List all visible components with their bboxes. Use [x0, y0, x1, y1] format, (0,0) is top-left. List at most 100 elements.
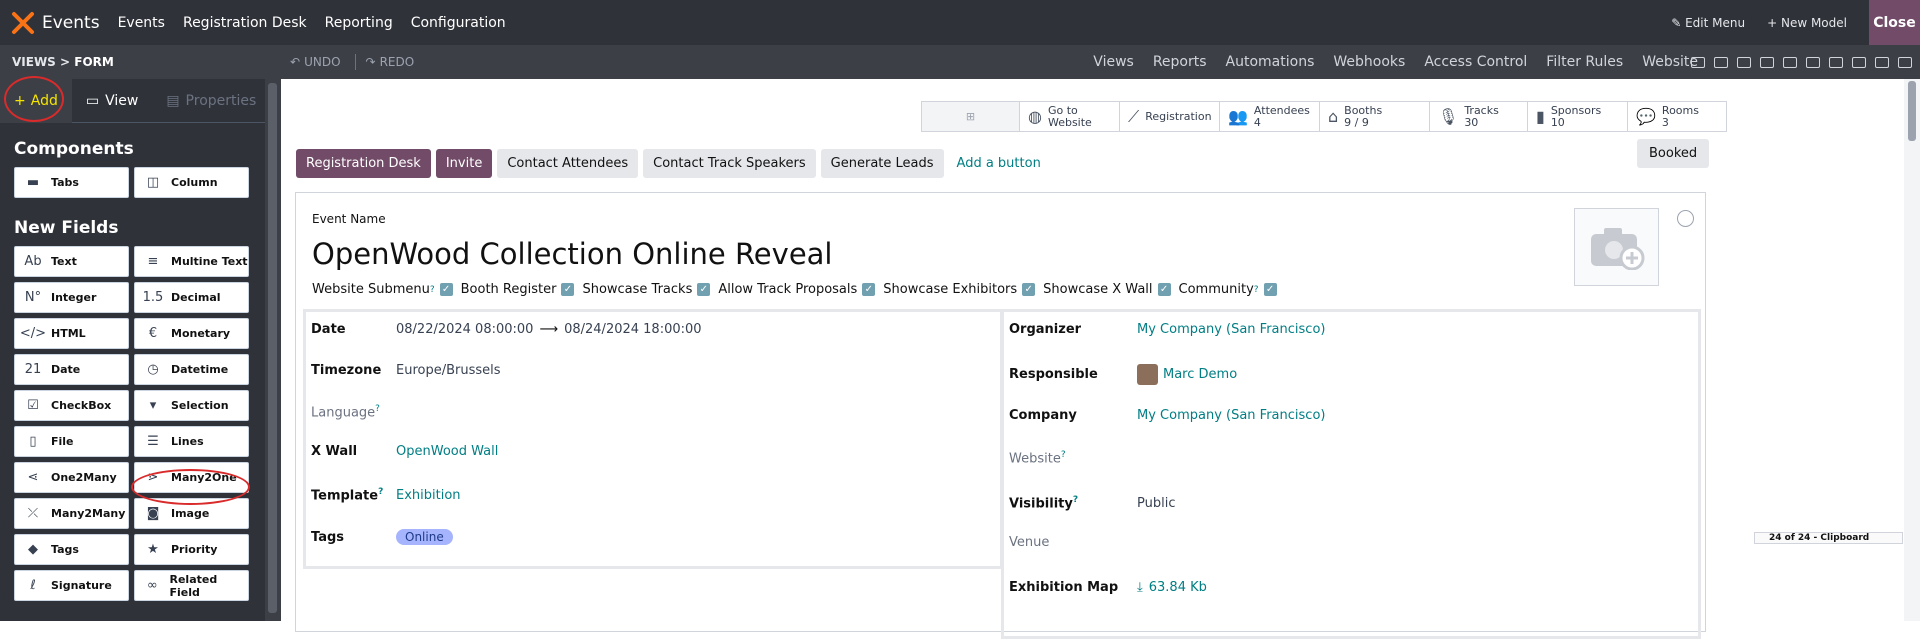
smart-button-go-to[interactable]: ◍ Go to Website: [1020, 102, 1120, 131]
kanban-view-icon[interactable]: [1737, 56, 1751, 68]
undo-button[interactable]: UNDO: [304, 55, 340, 69]
breadcrumb-views[interactable]: VIEWS: [12, 55, 56, 69]
date-row[interactable]: Date 08/22/2024 08:00:00 ⟶ 08/24/2024 18:00…: [311, 322, 851, 337]
field-html[interactable]: </> HTML: [14, 318, 129, 349]
visibility-row[interactable]: Visibility? Public: [1009, 495, 1549, 511]
field-monetary[interactable]: € Monetary: [134, 318, 249, 349]
menu-reporting[interactable]: Reporting: [325, 15, 393, 31]
invite-button[interactable]: Invite: [435, 149, 493, 178]
calendar-view-icon[interactable]: [1783, 56, 1797, 68]
template-value[interactable]: Exhibition: [396, 488, 461, 503]
link-views[interactable]: Views: [1093, 54, 1134, 70]
generate-leads-button[interactable]: Generate Leads: [820, 149, 944, 178]
field-decimal[interactable]: 1.5 Decimal: [134, 282, 249, 313]
date-end[interactable]: 08/24/2024 18:00:00: [564, 322, 701, 337]
tag-online[interactable]: Online: [396, 529, 453, 545]
link-webhooks[interactable]: Webhooks: [1333, 54, 1405, 70]
company-row[interactable]: Company My Company (San Francisco): [1009, 408, 1549, 423]
smart-button-booths[interactable]: ⌂ Booths 9 / 9: [1320, 102, 1430, 131]
language-row[interactable]: Language?: [311, 404, 851, 420]
field-one2many[interactable]: ⋖ One2Many: [14, 462, 129, 493]
odoo-logo[interactable]: [10, 0, 36, 45]
list-view-icon[interactable]: [1714, 56, 1728, 68]
exhibition-map-value[interactable]: 63.84 Kb: [1149, 580, 1207, 595]
x-wall-row[interactable]: X Wall OpenWood Wall: [311, 444, 851, 459]
link-automations[interactable]: Automations: [1226, 54, 1315, 70]
help-icon[interactable]: ?: [375, 404, 380, 414]
x-wall-value[interactable]: OpenWood Wall: [396, 444, 498, 459]
tab-view[interactable]: ▭ View: [72, 79, 152, 123]
help-icon[interactable]: ?: [430, 285, 435, 295]
add-button-link[interactable]: Add a button: [957, 156, 1041, 171]
main-scrollbar[interactable]: [1904, 79, 1920, 621]
component-tabs[interactable]: ▬ Tabs: [14, 167, 129, 198]
organizer-row[interactable]: Organizer My Company (San Francisco): [1009, 322, 1549, 337]
responsible-value[interactable]: Marc Demo: [1163, 367, 1237, 382]
field-signature[interactable]: ℓ Signature: [14, 570, 129, 601]
field-selection[interactable]: ▾ Selection: [134, 390, 249, 421]
gantt-view-icon[interactable]: [1852, 56, 1866, 68]
search-view-icon[interactable]: [1898, 56, 1912, 68]
field-many2many[interactable]: ⤫ Many2Many: [14, 498, 129, 529]
map-view-icon[interactable]: [1760, 56, 1774, 68]
smart-button-registration[interactable]: ⟋ Registration: [1120, 102, 1220, 131]
smart-button-attendees[interactable]: 👥 Attendees 4: [1220, 102, 1320, 131]
field-checkbox[interactable]: ☑ CheckBox: [14, 390, 129, 421]
help-icon[interactable]: ?: [1061, 450, 1066, 460]
new-model-button[interactable]: + New Model: [1767, 16, 1847, 30]
scrollbar-thumb[interactable]: [268, 83, 277, 613]
link-filter-rules[interactable]: Filter Rules: [1546, 54, 1623, 70]
sidebar-scrollbar[interactable]: [265, 79, 281, 621]
link-access-control[interactable]: Access Control: [1424, 54, 1527, 70]
field-text[interactable]: Ab Text: [14, 246, 129, 277]
exhibition-map-row[interactable]: Exhibition Map ⤓ 63.84 Kb: [1009, 580, 1549, 595]
download-icon[interactable]: ⤓: [1137, 580, 1143, 595]
responsible-row[interactable]: Responsible Marc Demo: [1009, 364, 1549, 385]
help-icon[interactable]: ?: [1254, 285, 1259, 295]
tab-properties[interactable]: ▤ Properties: [152, 79, 270, 123]
menu-registration-desk[interactable]: Registration Desk: [183, 15, 307, 31]
menu-configuration[interactable]: Configuration: [411, 15, 506, 31]
template-row[interactable]: Template? Exhibition: [311, 487, 851, 503]
smart-button-rooms[interactable]: 💬 Rooms 3: [1628, 102, 1726, 131]
redo-button[interactable]: REDO: [380, 55, 415, 69]
activity-view-icon[interactable]: [1875, 56, 1889, 68]
date-start[interactable]: 08/22/2024 08:00:00: [396, 322, 533, 337]
allow-track-proposals-checkbox[interactable]: ✓: [862, 283, 876, 296]
showcase-x-wall-checkbox[interactable]: ✓: [1157, 283, 1171, 296]
event-name[interactable]: OpenWood Collection Online Reveal: [312, 237, 833, 271]
field-related-field[interactable]: ∞ Related Field: [134, 570, 249, 601]
organizer-value[interactable]: My Company (San Francisco): [1137, 322, 1325, 337]
link-reports[interactable]: Reports: [1153, 54, 1207, 70]
scrollbar-thumb[interactable]: [1908, 81, 1916, 141]
venue-row[interactable]: Venue: [1009, 535, 1549, 550]
field-lines[interactable]: ☰ Lines: [134, 426, 249, 457]
status-radio[interactable]: [1677, 210, 1694, 227]
close-studio-button[interactable]: Close: [1869, 0, 1920, 45]
contact-attendees-button[interactable]: Contact Attendees: [497, 149, 639, 178]
registration-desk-button[interactable]: Registration Desk: [296, 149, 431, 178]
image-upload[interactable]: [1574, 208, 1659, 286]
website-row[interactable]: Website?: [1009, 450, 1549, 466]
field-priority[interactable]: ★ Priority: [134, 534, 249, 565]
help-icon[interactable]: ?: [1073, 495, 1078, 505]
pivot-view-icon[interactable]: [1829, 56, 1843, 68]
smart-button-tracks[interactable]: 🎙 Tracks 30: [1430, 102, 1528, 131]
help-icon[interactable]: ?: [378, 487, 383, 497]
contact-track-speakers-button[interactable]: Contact Track Speakers: [643, 149, 816, 178]
company-value[interactable]: My Company (San Francisco): [1137, 408, 1325, 423]
field-datetime[interactable]: ◷ Datetime: [134, 354, 249, 385]
visibility-value[interactable]: Public: [1137, 496, 1175, 511]
field-multine-text[interactable]: ≡ Multine Text: [134, 246, 249, 277]
timezone-value[interactable]: Europe/Brussels: [396, 363, 501, 378]
field-file[interactable]: ▯ File: [14, 426, 129, 457]
field-tags[interactable]: ◆ Tags: [14, 534, 129, 565]
field-date[interactable]: 21 Date: [14, 354, 129, 385]
status-booked[interactable]: Booked: [1637, 139, 1710, 168]
form-view-icon[interactable]: [1691, 56, 1705, 68]
showcase-tracks-checkbox[interactable]: ✓: [697, 283, 711, 296]
add-smart-button[interactable]: ⊞: [922, 102, 1020, 131]
menu-events[interactable]: Events: [118, 15, 165, 31]
timezone-row[interactable]: Timezone Europe/Brussels: [311, 363, 851, 378]
component-column[interactable]: ◫ Column: [134, 167, 249, 198]
